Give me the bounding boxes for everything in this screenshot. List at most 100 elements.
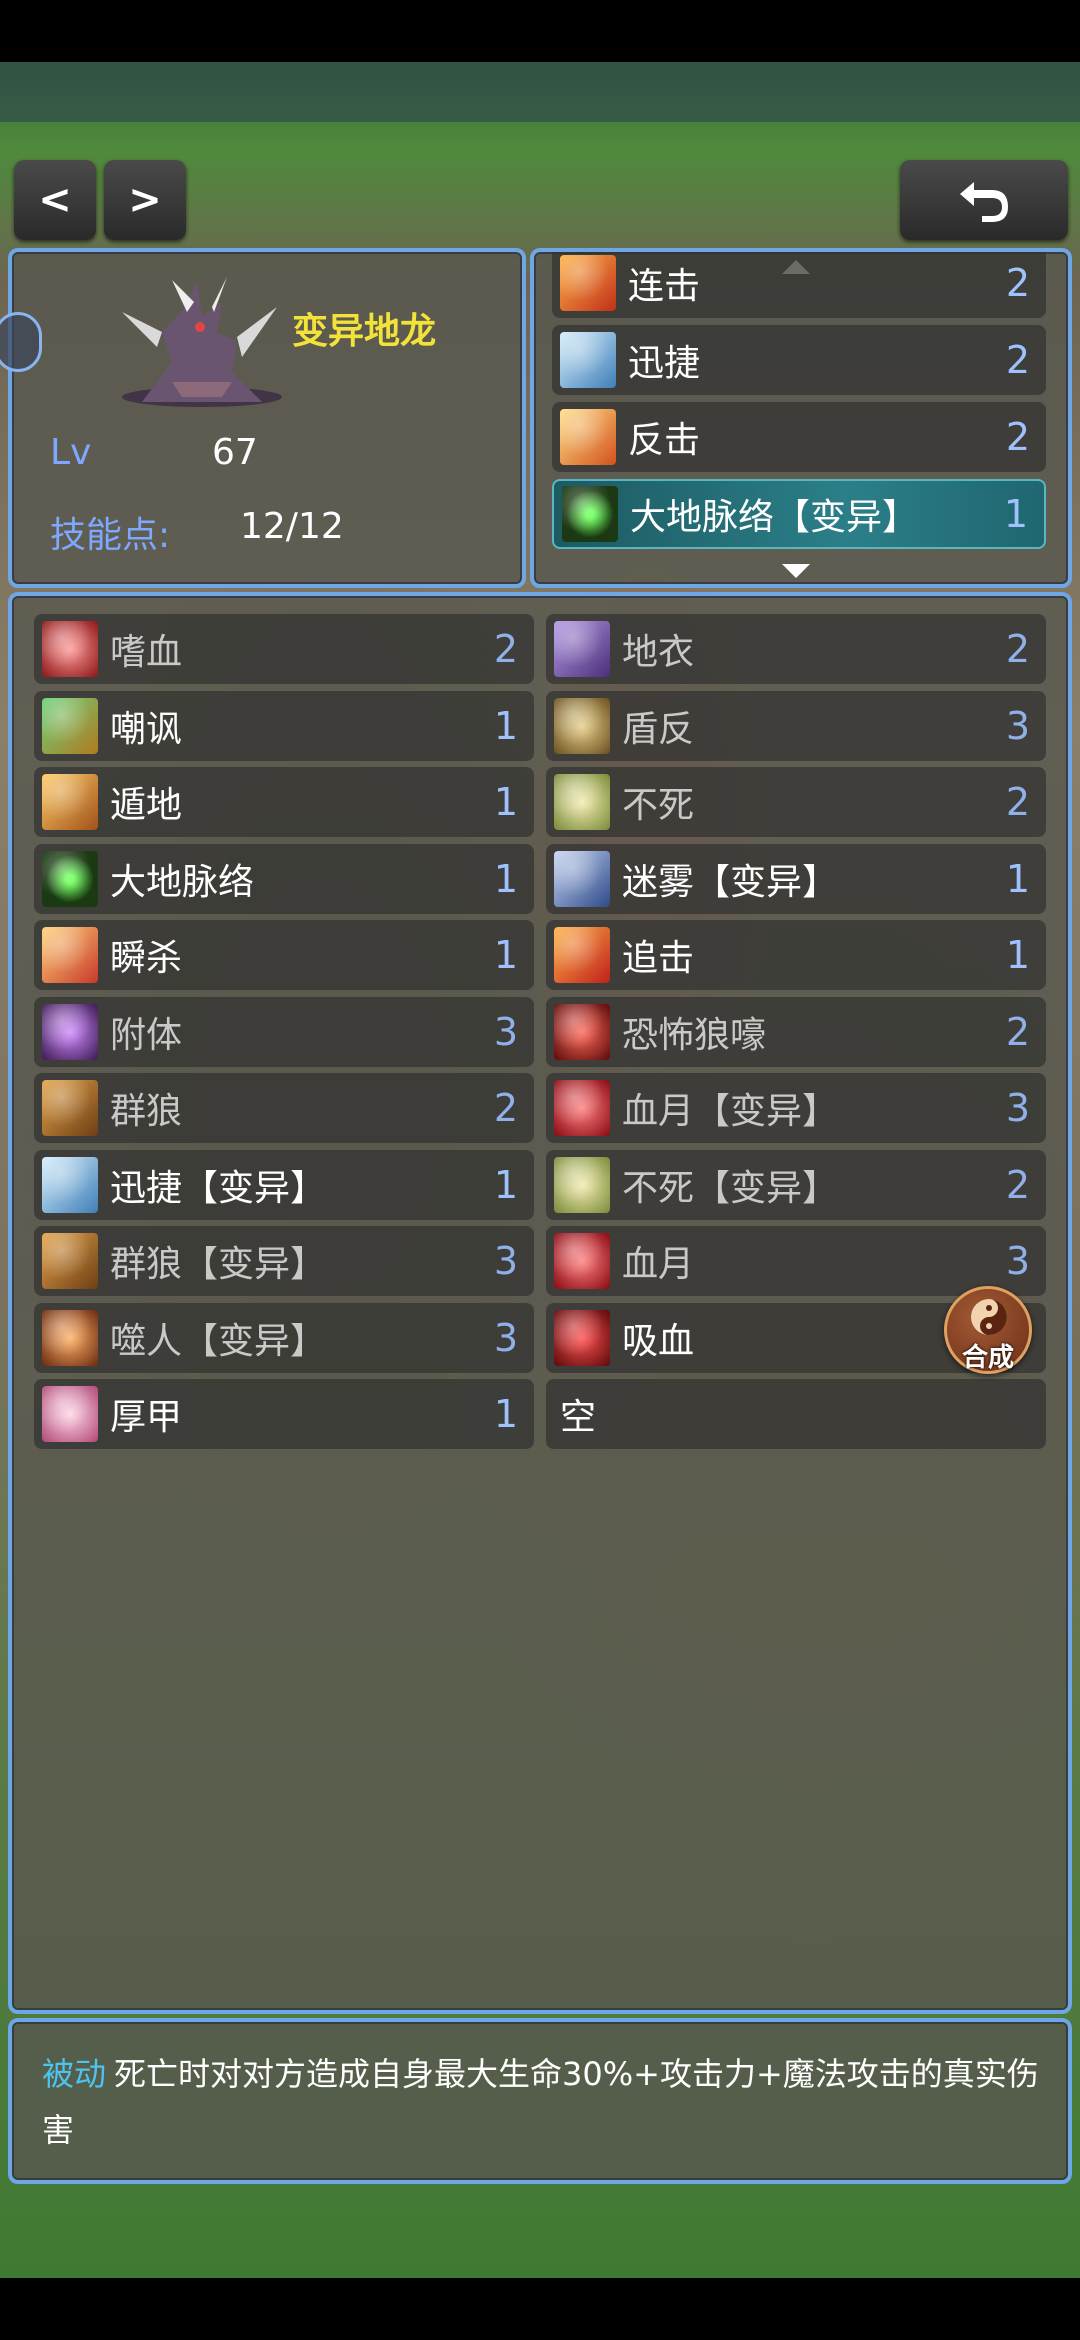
skill-level: 2 [1005, 627, 1030, 671]
skill-level: 1 [1003, 492, 1028, 536]
blood-moon-icon [554, 1080, 610, 1136]
skill-name: 大地脉络【变异】 [630, 497, 919, 538]
back-button[interactable] [900, 160, 1068, 240]
next-button[interactable]: > [104, 160, 186, 240]
skill-row[interactable]: 嗜血 2 [34, 614, 534, 684]
skill-name: 反击 [628, 420, 701, 461]
possess-icon [42, 1003, 98, 1060]
wolf-pack-icon [42, 1080, 98, 1136]
skill-row[interactable]: 连击 2 [552, 252, 1046, 318]
skill-row[interactable]: 盾反 3 [546, 690, 1046, 761]
skill-row[interactable]: 迅捷【变异】 1 [34, 1149, 534, 1220]
skill-row[interactable]: 嘲讽 1 [34, 690, 534, 761]
skill-level: 1 [493, 1392, 518, 1436]
skill-name: 恐怖狼嚎 [622, 1014, 767, 1056]
skill-name: 瞬杀 [110, 938, 183, 979]
skill-name: 空 [560, 1397, 597, 1438]
skill-row[interactable]: 恐怖狼嚎 2 [546, 996, 1046, 1067]
pursuit-icon [554, 927, 610, 983]
skill-row[interactable]: 瞬杀 1 [34, 920, 534, 990]
skill-name: 附体 [110, 1014, 183, 1056]
skill-name: 群狼 [110, 1091, 183, 1132]
skill-row[interactable]: 遁地 1 [34, 767, 534, 837]
monster-info-panel: 变异地龙 Lv 67 技能点: 12/12 [0, 248, 526, 588]
skill-row[interactable]: 群狼 2 [34, 1073, 534, 1143]
skill-level: 1 [493, 780, 518, 824]
skill-name: 噬人【变异】 [110, 1320, 327, 1362]
skill-points-value: 12/12 [240, 506, 344, 547]
synthesize-label: 合成 [961, 1343, 1014, 1373]
skill-row[interactable]: 血月【变异】 3 [546, 1073, 1046, 1143]
skill-row[interactable]: 噬人【变异】 3 [34, 1302, 534, 1373]
skill-level: 2 [1005, 780, 1030, 824]
blood-moon-icon [554, 1233, 610, 1289]
skill-level: 2 [1005, 1009, 1030, 1054]
blurred-status-bar [0, 62, 1080, 122]
monster-name: 变异地龙 [292, 311, 437, 352]
armor-icon [42, 1386, 98, 1442]
side-tab-handle[interactable] [0, 312, 42, 372]
blue-wind-icon [42, 1156, 98, 1213]
skill-name: 血月【变异】 [622, 1091, 839, 1132]
skill-row[interactable]: 不死 2 [546, 767, 1046, 837]
skill-name: 嗜血 [110, 632, 183, 673]
skill-name: 连击 [628, 266, 701, 307]
skill-level: 3 [1005, 703, 1030, 748]
prev-button[interactable]: < [14, 160, 96, 240]
howl-icon [554, 1003, 610, 1060]
skill-row[interactable]: 地衣 2 [546, 614, 1046, 684]
yin-yang-icon [971, 1299, 1007, 1335]
skill-name: 不死 [622, 785, 695, 826]
red-fang-icon [42, 621, 98, 677]
skill-name: 地衣 [622, 632, 695, 673]
skill-row[interactable]: 厚甲 1 [34, 1379, 534, 1449]
wolf-pack-icon [42, 1233, 98, 1289]
skill-row[interactable]: 不死【变异】 2 [546, 1149, 1046, 1220]
skill-row[interactable]: 迷雾【变异】 1 [546, 843, 1046, 914]
skill-level: 3 [493, 1239, 518, 1283]
skill-level: 2 [1005, 1162, 1030, 1207]
skill-row[interactable]: 附体 3 [34, 996, 534, 1067]
return-arrow-icon [960, 182, 1008, 222]
skill-list-panel: 嗜血 2 嘲讽 1 遁地 1 大地脉络 1 瞬杀 1 附体 3 群狼 2 迅捷【变异】 1 群狼【变异】 3 噬人【… [8, 592, 1072, 2014]
skill-name: 遁地 [110, 785, 183, 826]
skill-level: 2 [1005, 338, 1030, 382]
skill-name: 追击 [622, 938, 695, 979]
skill-level: 3 [493, 1009, 518, 1054]
skill-name: 迅捷 [628, 343, 701, 384]
skill-row[interactable]: 大地脉络【变异】 1 [552, 479, 1046, 549]
skill-level: 2 [1005, 415, 1030, 459]
skill-row[interactable]: 迅捷 2 [552, 325, 1046, 395]
skill-name: 盾反 [622, 708, 695, 750]
taunt-icon [42, 697, 98, 754]
skill-level: 2 [493, 627, 518, 671]
skill-row[interactable]: 追击 1 [546, 920, 1046, 990]
monster-portrait [122, 277, 282, 407]
skill-description-panel: 被动 死亡时对对方造成自身最大生命30%+攻击力+魔法攻击的真实伤害 [8, 2018, 1072, 2184]
skill-name: 血月 [622, 1244, 695, 1285]
synthesize-button[interactable]: 合成 [944, 1286, 1032, 1374]
burrow-icon [42, 774, 98, 830]
passive-tag: 被动 [42, 2055, 107, 2093]
lichen-icon [554, 621, 610, 677]
skill-name: 嘲讽 [110, 708, 183, 750]
skill-level: 3 [493, 1315, 518, 1360]
skill-name: 吸血 [622, 1320, 695, 1362]
skill-level: 3 [1005, 1239, 1030, 1283]
skill-row[interactable]: 反击 2 [552, 402, 1046, 472]
skill-level: 3 [1005, 1086, 1030, 1130]
skill-level: 1 [493, 1162, 518, 1207]
chevron-right-icon: > [128, 177, 162, 223]
equipped-skills-panel[interactable]: 连击 2 迅捷 2 反击 2 大地脉络【变异】 1 [530, 248, 1072, 588]
skill-row[interactable]: 大地脉络 1 [34, 843, 534, 914]
vampire-icon [554, 1309, 610, 1366]
skill-row[interactable]: 群狼【变异】 3 [34, 1226, 534, 1296]
skill-level: 2 [493, 1086, 518, 1130]
skill-level: 1 [493, 703, 518, 748]
level-label: Lv [50, 432, 92, 473]
green-vein-icon [42, 850, 98, 907]
devour-icon [42, 1309, 98, 1366]
skill-row[interactable]: 血月 3 [546, 1226, 1046, 1296]
scroll-down-icon[interactable] [782, 564, 810, 578]
skill-row[interactable]: 空 [546, 1379, 1046, 1449]
